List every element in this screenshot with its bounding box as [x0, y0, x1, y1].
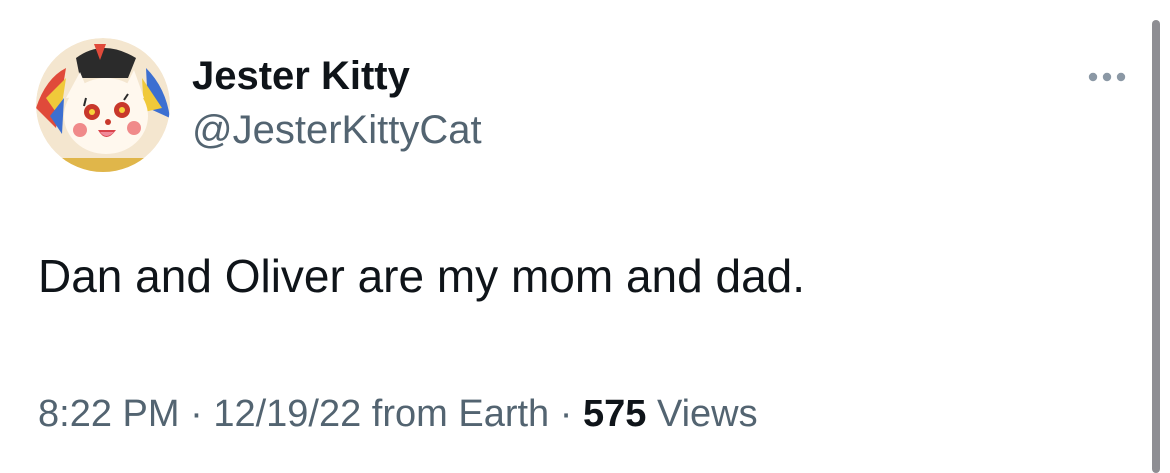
tweet-metadata: 8:22 PM · 12/19/22 from Earth · 575 View…: [38, 390, 758, 438]
tweet-card: Jester Kitty @JesterKittyCat Dan and Oli…: [0, 0, 1170, 473]
avatar[interactable]: [36, 38, 170, 172]
display-name[interactable]: Jester Kitty: [192, 52, 410, 100]
tweet-time[interactable]: 8:22 PM: [38, 393, 180, 435]
jester-cat-avatar-icon: [36, 38, 170, 172]
meta-separator: ·: [190, 393, 203, 435]
views-count: 575: [582, 393, 647, 435]
scrollbar[interactable]: [1152, 20, 1160, 473]
more-dots-icon: [1088, 72, 1126, 82]
meta-separator: ·: [559, 393, 573, 435]
tweet-date[interactable]: 12/19/22: [213, 393, 361, 435]
user-handle[interactable]: @JesterKittyCat: [192, 106, 482, 154]
tweet-source: from Earth: [371, 393, 550, 435]
more-options-button[interactable]: [1080, 60, 1134, 94]
tweet-text: Dan and Oliver are my mom and dad.: [38, 250, 806, 302]
views-label: Views: [656, 393, 758, 435]
